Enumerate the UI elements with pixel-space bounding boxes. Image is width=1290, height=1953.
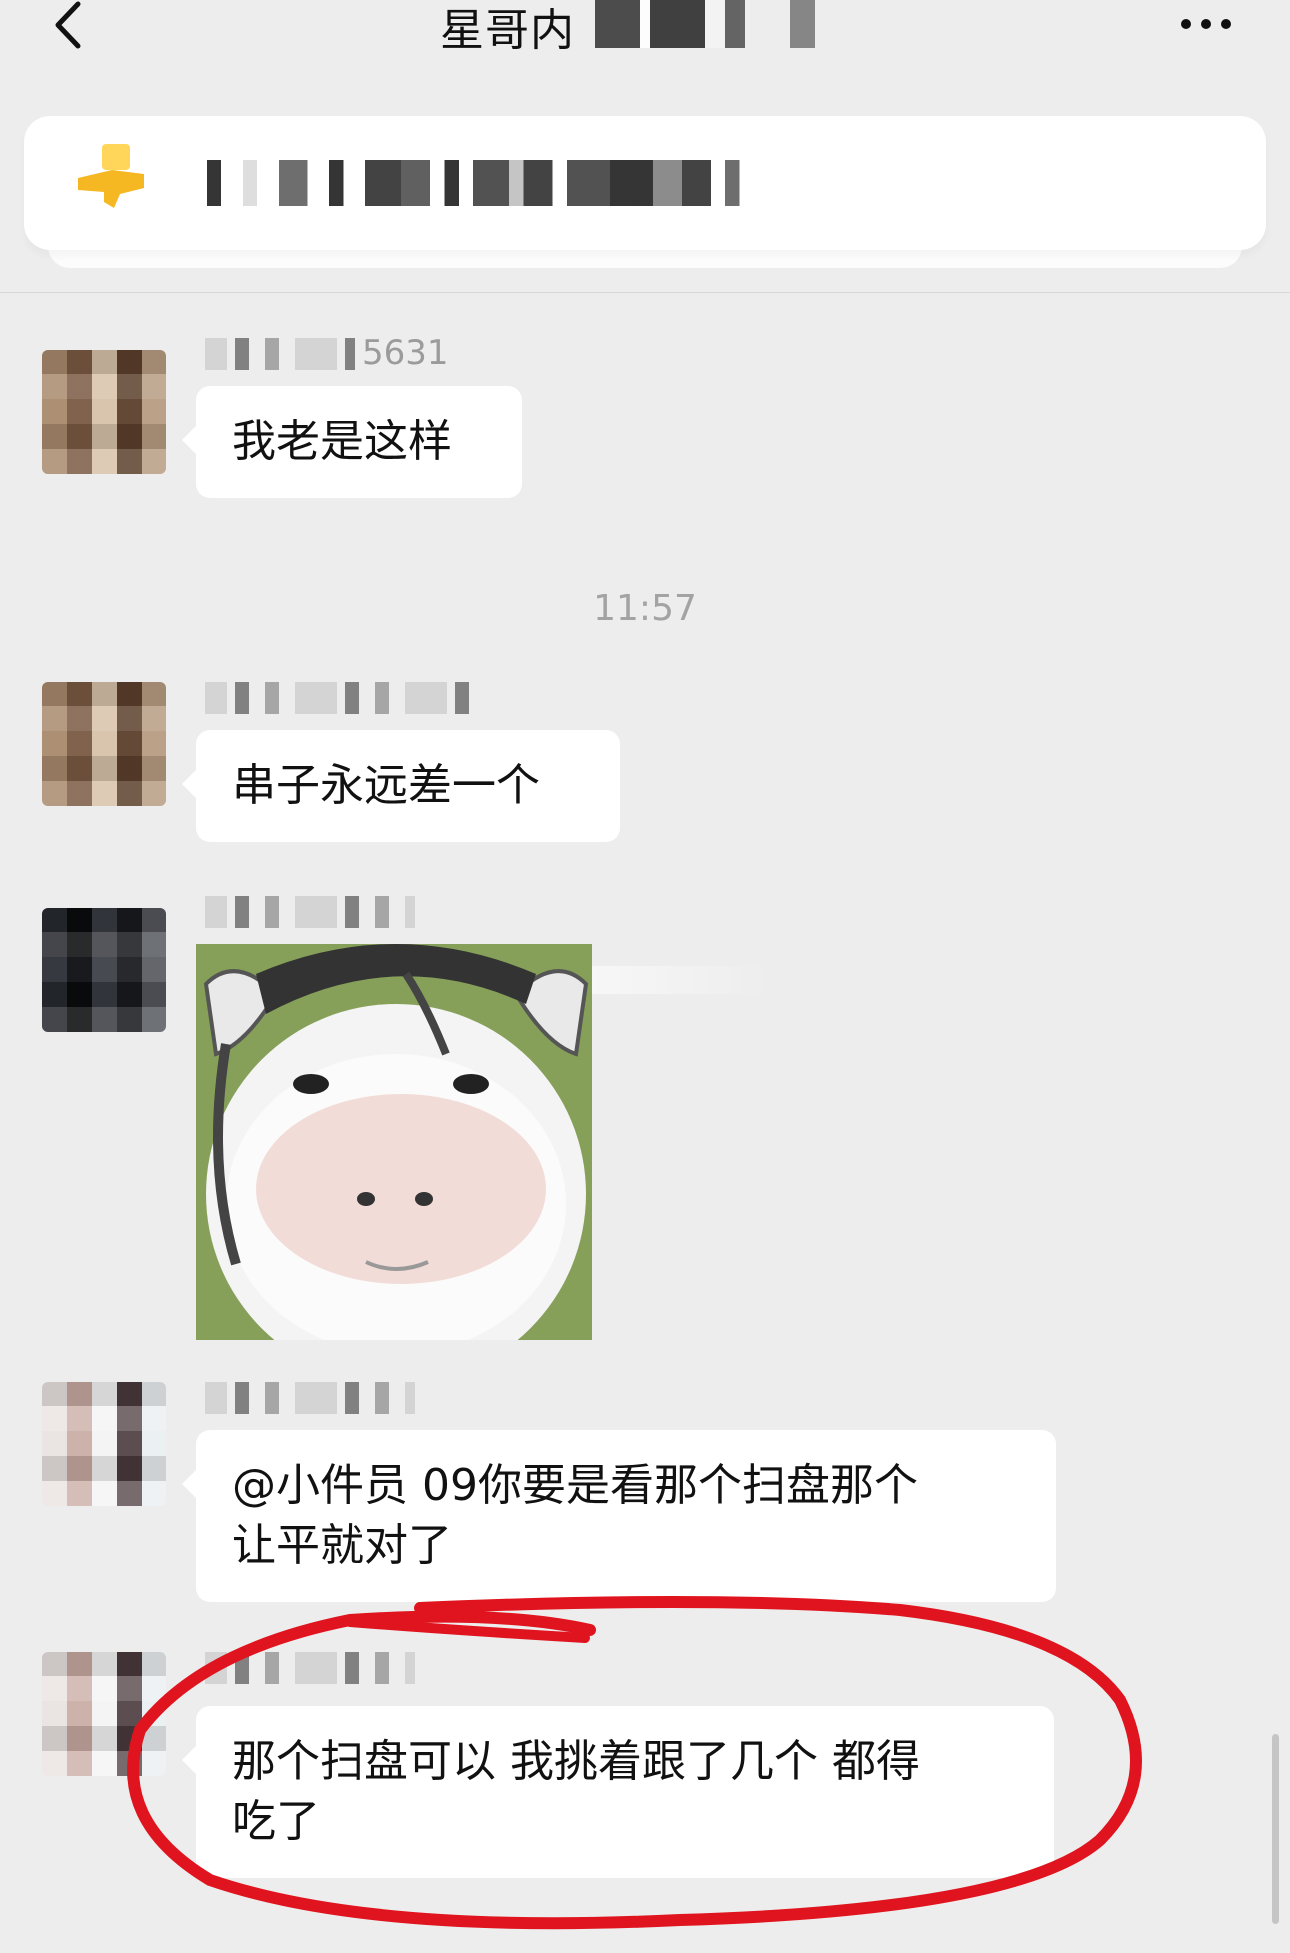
divider bbox=[0, 292, 1290, 293]
avatar[interactable] bbox=[42, 1652, 166, 1776]
message-text: 串子永远差一个 bbox=[232, 760, 540, 811]
message-bubble[interactable]: @小件员 09你要是看那个扫盘那个 让平就对了 bbox=[182, 1430, 1056, 1602]
sender-name-redacted bbox=[205, 1652, 415, 1684]
message-text-line: @小件员 09你要是看那个扫盘那个 bbox=[232, 1460, 918, 1511]
message-bubble[interactable]: 那个扫盘可以 我挑着跟了几个 都得 吃了 bbox=[182, 1706, 1054, 1878]
redacted-text bbox=[592, 966, 772, 994]
timestamp: 11:57 bbox=[593, 588, 697, 629]
title-redacted-mosaic bbox=[595, 0, 845, 48]
avatar[interactable] bbox=[42, 682, 166, 806]
avatar[interactable] bbox=[42, 350, 166, 474]
avatar[interactable] bbox=[42, 1382, 166, 1506]
message-text-line: 那个扫盘可以 我挑着跟了几个 都得 bbox=[232, 1736, 920, 1787]
sender-name-suffix: 5631 bbox=[362, 333, 449, 373]
message-text-line: 吃了 bbox=[232, 1796, 320, 1847]
sender-name-redacted bbox=[205, 338, 355, 370]
sender-name-redacted bbox=[205, 1382, 415, 1414]
message-bubble[interactable]: 我老是这样 bbox=[182, 386, 522, 498]
pin-icon bbox=[78, 144, 144, 208]
cow-sticker-image[interactable] bbox=[196, 944, 592, 1340]
scrollbar[interactable] bbox=[1272, 1734, 1279, 1924]
back-chevron-left-icon[interactable] bbox=[48, 0, 88, 50]
more-dots-icon[interactable] bbox=[1178, 12, 1234, 36]
message-text-line: 让平就对了 bbox=[232, 1520, 452, 1571]
avatar[interactable] bbox=[42, 908, 166, 1032]
message-text: 我老是这样 bbox=[232, 416, 452, 467]
message-bubble[interactable]: 串子永远差一个 bbox=[182, 730, 620, 842]
pinned-text-redacted-mosaic bbox=[178, 160, 898, 206]
sender-name-redacted bbox=[205, 682, 475, 714]
chat-title: 星哥内 bbox=[440, 5, 575, 56]
sender-name-redacted bbox=[205, 896, 415, 928]
